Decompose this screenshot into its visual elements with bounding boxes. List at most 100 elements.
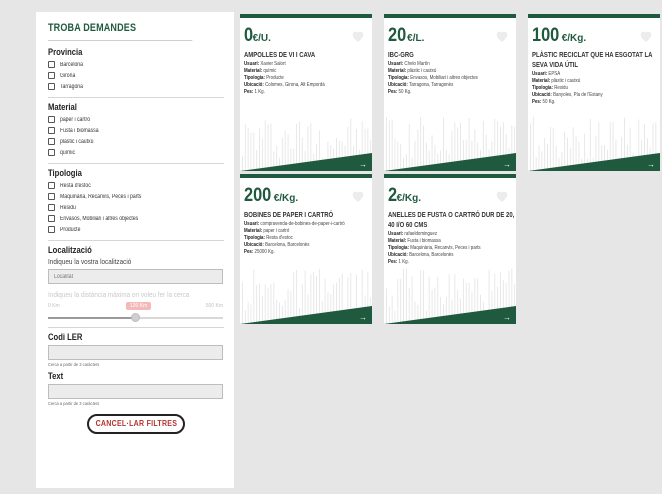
ubicacio-value: Tarragona, Tarragonès <box>409 82 454 88</box>
card-usuari: Usuari: EPSA <box>532 71 660 78</box>
arrow-right-icon[interactable]: → <box>503 313 511 322</box>
ubicacio-label: Ubicació: <box>388 82 408 88</box>
card-title: AMPOLLES DE VI I CAVA <box>244 52 316 59</box>
ubicacio-value: Banyoles, Pla de l'Estany <box>553 92 603 98</box>
card-ubicacio: Ubicació: Banyoles, Pla de l'Estany <box>532 92 660 99</box>
tipologia-option[interactable]: Maquinària, Recanvis, Peces i parts <box>48 191 224 202</box>
material-label: Material: <box>388 238 407 244</box>
tipologia-option[interactable]: Envasos, Mobiliari i altres objectes <box>48 213 224 224</box>
material-option[interactable]: paper i cartró <box>48 114 224 125</box>
card-usuari: Usuari: Chelo Martín <box>388 61 516 68</box>
checkbox[interactable] <box>48 138 55 145</box>
localitat-input[interactable]: Localitat <box>48 269 223 284</box>
cancel-filters-button[interactable]: CANCEL·LAR FILTRES <box>87 414 185 434</box>
usuari-label: Usuari: <box>388 231 404 237</box>
material-option[interactable]: plàstic i cautxú <box>48 136 224 147</box>
card-body: 100 €/Kg. PLÀSTIC RECICLAT QUE HA ESGOTA… <box>528 18 660 171</box>
checkbox[interactable] <box>48 204 55 211</box>
card-body: 200 €/Kg. BOBINES DE PAPER I CARTRÓ Usua… <box>240 178 372 324</box>
divider <box>48 327 224 328</box>
arrow-right-icon[interactable]: → <box>359 313 367 322</box>
provincia-option[interactable]: Girona <box>48 70 224 81</box>
checkbox-label: Envasos, Mobiliari i altres objectes <box>60 215 139 222</box>
price-unit: €/Kg. <box>273 193 299 204</box>
heart-icon[interactable] <box>494 28 510 44</box>
checkbox-label: Barcelona <box>60 61 83 68</box>
card-material: Material: químic <box>244 68 372 75</box>
tipologia-value: Resta d'estoc <box>266 235 293 241</box>
material-option[interactable]: químic <box>48 147 224 158</box>
checkbox-label: Residu <box>60 204 76 211</box>
tipologia-option[interactable]: Resta d'estoc <box>48 180 224 191</box>
divider <box>48 97 224 98</box>
tipologia-label: Tipologia: <box>532 85 553 91</box>
material-value: Fusta i biomassa <box>407 238 441 244</box>
card-tipologia: Tipologia: Producte <box>244 75 372 82</box>
card-title: ANELLES DE FUSTA O CARTRÓ DUR DE 20, 40 … <box>388 212 515 229</box>
card-tipologia: Tipologia: Residu <box>532 85 660 92</box>
distance-hint: Indiqueu la distància màxima on voleu fe… <box>48 290 190 299</box>
material-label: Material: <box>532 78 551 84</box>
arrow-right-icon[interactable]: → <box>359 160 367 169</box>
checkbox[interactable] <box>48 116 55 123</box>
provincia-option[interactable]: Barcelona <box>48 59 224 70</box>
checkbox[interactable] <box>48 182 55 189</box>
codi-ler-title: Codi LER <box>48 332 83 342</box>
checkbox-label: Producte <box>60 226 81 233</box>
checkbox[interactable] <box>48 193 55 200</box>
demand-card[interactable]: 0 €/U. AMPOLLES DE VI I CAVA Usuari: Xav… <box>240 14 372 171</box>
heart-icon[interactable] <box>494 188 510 204</box>
tipologia-option[interactable]: Residu <box>48 202 224 213</box>
heart-icon[interactable] <box>350 28 366 44</box>
checkbox-label: Tarragona <box>60 83 83 90</box>
checkbox[interactable] <box>48 149 55 156</box>
text-input[interactable] <box>48 384 223 399</box>
price-value: 200 <box>244 185 272 206</box>
material-option[interactable]: Fusta i biomassa <box>48 125 224 136</box>
checkbox-label: Resta d'estoc <box>60 182 91 189</box>
checkbox[interactable] <box>48 127 55 134</box>
slider-thumb[interactable] <box>130 313 140 322</box>
arrow-right-icon[interactable]: → <box>647 160 655 169</box>
heart-icon[interactable] <box>350 188 366 204</box>
usuari-value: EPSA <box>548 71 561 77</box>
card-ubicacio: Ubicació: Colomes, Girona, Alt Empordà <box>244 82 372 89</box>
codi-ler-input[interactable] <box>48 345 223 360</box>
usuari-value: Chelo Martín <box>404 61 430 67</box>
checkbox[interactable] <box>48 226 55 233</box>
ubicacio-label: Ubicació: <box>532 92 552 98</box>
tipologia-option[interactable]: Producte <box>48 224 224 235</box>
price-unit: €/Kg. <box>561 33 587 44</box>
card-tipologia: Tipologia: Maquinària, Recanvis, Peces i… <box>388 245 516 252</box>
checkbox[interactable] <box>48 61 55 68</box>
card-material: Material: plàstic i cautxú <box>388 68 516 75</box>
distance-slider[interactable] <box>48 312 223 322</box>
tipologia-value: Producte <box>266 75 284 81</box>
pes-label: Pes: <box>388 89 398 95</box>
provincia-option[interactable]: Tarragona <box>48 81 224 92</box>
demand-card[interactable]: 20 €/L. IBC-GRG Usuari: Chelo Martín Mat… <box>384 14 516 171</box>
tipologia-label: Tipologia: <box>244 75 265 81</box>
demand-card[interactable]: 100 €/Kg. PLÀSTIC RECICLAT QUE HA ESGOTA… <box>528 14 660 171</box>
card-ubicacio: Ubicació: Barcelona, Barcelonès <box>388 252 516 259</box>
usuari-value: rafaeldominguez <box>404 231 438 237</box>
card-pes: Pes: 25000 Kg. <box>244 249 372 256</box>
checkbox[interactable] <box>48 83 55 90</box>
checkbox[interactable] <box>48 215 55 222</box>
heart-icon[interactable] <box>638 28 654 44</box>
demand-card[interactable]: 200 €/Kg. BOBINES DE PAPER I CARTRÓ Usua… <box>240 174 372 324</box>
pes-label: Pes: <box>532 99 542 105</box>
material-value: paper i cartró <box>263 228 290 234</box>
checkbox-label: Girona <box>60 72 76 79</box>
localitzacio-title: Localització <box>48 245 92 255</box>
material-label: Material: <box>244 228 263 234</box>
card-pes: Pes: 1 Kg. <box>244 89 372 96</box>
text-note: Cerca a partir de 3 caràcters <box>48 401 100 406</box>
arrow-right-icon[interactable]: → <box>503 160 511 169</box>
demand-card[interactable]: 2 €/Kg. ANELLES DE FUSTA O CARTRÓ DUR DE… <box>384 174 516 324</box>
material-value: químic <box>263 68 277 74</box>
usuari-label: Usuari: <box>244 221 260 227</box>
card-usuari: Usuari: compravenda-de-bobines-de-paper-… <box>244 221 372 228</box>
checkbox[interactable] <box>48 72 55 79</box>
pes-value: 1 Kg. <box>398 259 409 265</box>
